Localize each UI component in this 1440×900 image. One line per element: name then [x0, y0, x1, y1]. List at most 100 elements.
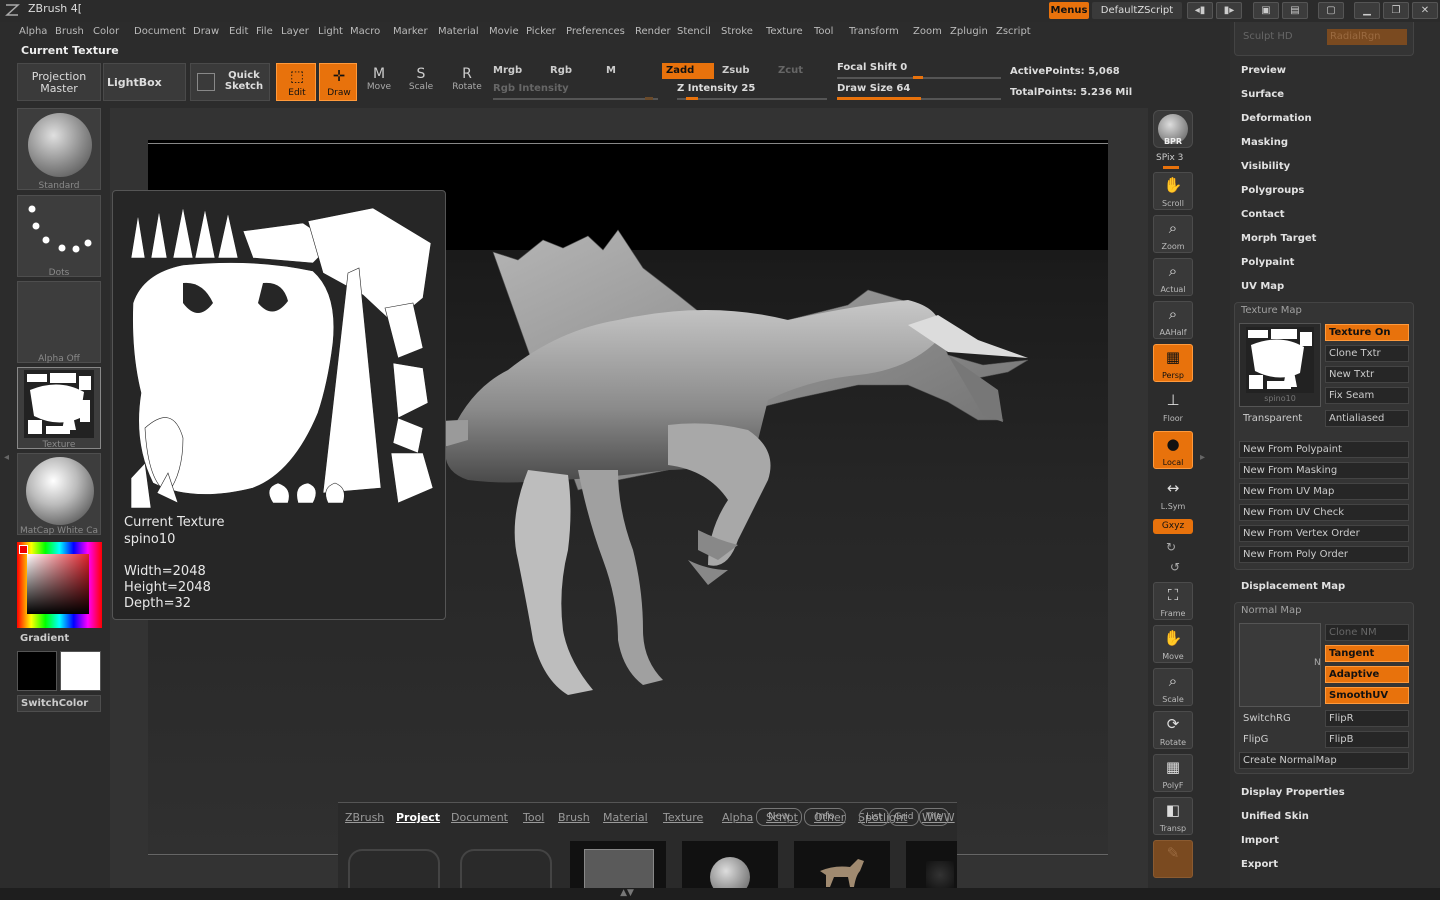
rotate-y-icon[interactable]: ↻	[1166, 540, 1176, 554]
local-button[interactable]: ● Local	[1153, 431, 1193, 469]
new-from-masking-button[interactable]: New From Masking	[1239, 462, 1409, 479]
actual-button[interactable]: ⌕ Actual	[1153, 258, 1193, 296]
layout-alt-icon[interactable]: ▤	[1282, 2, 1308, 19]
switch-color-button[interactable]: SwitchColor	[17, 695, 101, 712]
alpha-selector[interactable]: Alpha Off	[17, 281, 101, 364]
close-icon[interactable]: ✕	[1412, 2, 1438, 19]
project-thumbnail-creature[interactable]	[906, 841, 957, 889]
tab-alpha[interactable]: Alpha	[722, 811, 753, 824]
zsub-button[interactable]: Zsub	[722, 65, 749, 76]
gradient-toggle[interactable]: Gradient	[20, 633, 69, 644]
m-button[interactable]: M	[606, 65, 616, 76]
persp-button[interactable]: ▦ Persp	[1153, 344, 1193, 382]
uv-map-heading[interactable]: UV Map	[1241, 281, 1284, 292]
menu-picker[interactable]: Picker	[526, 26, 556, 37]
menu-light[interactable]: Light	[318, 26, 343, 37]
material-selector[interactable]: MatCap White Ca	[17, 453, 101, 536]
import-heading[interactable]: Import	[1241, 835, 1279, 846]
frame-button[interactable]: ⛶ Frame	[1153, 582, 1193, 620]
menu-edit[interactable]: Edit	[229, 26, 248, 37]
menu-tool[interactable]: Tool	[814, 26, 833, 37]
tab-brush[interactable]: Brush	[558, 811, 590, 824]
menu-texture[interactable]: Texture	[766, 26, 803, 37]
menu-alpha[interactable]: Alpha	[19, 26, 47, 37]
polyf-button[interactable]: ▦ PolyF	[1153, 754, 1193, 792]
draw-button[interactable]: ✛ Draw	[319, 63, 357, 101]
menu-stencil[interactable]: Stencil	[677, 26, 711, 37]
color-square[interactable]	[27, 554, 89, 614]
new-button[interactable]: New	[756, 808, 802, 826]
tangent-toggle[interactable]: Tangent	[1325, 645, 1409, 662]
folder-icon[interactable]	[460, 849, 552, 889]
smoothuv-toggle[interactable]: SmoothUV	[1325, 687, 1409, 704]
move-view-button[interactable]: ✋ Move	[1153, 625, 1193, 663]
flipg-toggle[interactable]: FlipG	[1239, 731, 1323, 748]
tab-zbrush[interactable]: ZBrush	[345, 811, 384, 824]
quick-sketch-button[interactable]: Quick Sketch	[190, 63, 270, 101]
zoom-button[interactable]: ⌕ Zoom	[1153, 215, 1193, 253]
color-picker[interactable]	[17, 542, 102, 628]
new-from-poly-order-button[interactable]: New From Poly Order	[1239, 546, 1409, 563]
minimize-icon[interactable]: ▁	[1354, 2, 1380, 19]
tab-tool[interactable]: Tool	[523, 811, 544, 824]
spix-value[interactable]: SPix 3	[1156, 153, 1183, 163]
scale-button[interactable]: S Scale	[405, 66, 437, 92]
scale-view-button[interactable]: ⌕ Scale	[1153, 668, 1193, 706]
project-thumbnail-dog[interactable]	[794, 841, 890, 889]
new-txtr-button[interactable]: New Txtr	[1325, 366, 1409, 383]
masking-heading[interactable]: Masking	[1241, 137, 1288, 148]
menu-preferences[interactable]: Preferences	[566, 26, 625, 37]
visibility-heading[interactable]: Visibility	[1241, 161, 1290, 172]
rgb-button[interactable]: Rgb	[550, 65, 572, 76]
switchrg-toggle[interactable]: SwitchRG	[1239, 710, 1323, 727]
rotate-view-button[interactable]: ⟳ Rotate	[1153, 711, 1193, 749]
rotate-button[interactable]: R Rotate	[450, 66, 484, 92]
menu-brush[interactable]: Brush	[55, 26, 84, 37]
menu-movie[interactable]: Movie	[489, 26, 519, 37]
preview-heading[interactable]: Preview	[1241, 65, 1286, 76]
focal-shift-slider[interactable]: Focal Shift 0	[837, 62, 1001, 79]
unified-skin-heading[interactable]: Unified Skin	[1241, 811, 1309, 822]
secondary-color-swatch[interactable]	[60, 651, 101, 691]
list-view-button[interactable]: List	[859, 808, 889, 826]
project-thumbnail-sphere[interactable]	[682, 841, 778, 897]
new-from-polypaint-button[interactable]: New From Polypaint	[1239, 441, 1409, 458]
folder-icon[interactable]	[348, 849, 440, 889]
rotate-z-icon[interactable]: ↺	[1170, 560, 1180, 574]
scroll-right-icon[interactable]: ▮▸	[1216, 2, 1242, 19]
radial-rgn-button[interactable]: RadialRgn	[1327, 29, 1407, 45]
menu-transform[interactable]: Transform	[849, 26, 899, 37]
tile-view-button[interactable]: Tile	[919, 808, 949, 826]
z-intensity-slider[interactable]: Z Intensity 25	[677, 83, 827, 100]
menu-stroke[interactable]: Stroke	[721, 26, 753, 37]
info-button[interactable]: Info	[804, 808, 846, 826]
new-from-uv-check-button[interactable]: New From UV Check	[1239, 504, 1409, 521]
xyz-button[interactable]: Gxyz	[1153, 519, 1193, 534]
menu-macro[interactable]: Macro	[350, 26, 380, 37]
left-tray-toggle-icon[interactable]: ◂	[4, 452, 9, 463]
default-zscript-button[interactable]: DefaultZScript	[1092, 2, 1182, 19]
project-thumbnail-plane[interactable]	[570, 841, 666, 891]
lock-icon[interactable]: ▢	[1318, 2, 1344, 19]
menu-draw[interactable]: Draw	[193, 26, 219, 37]
right-tray-toggle-icon[interactable]: ▸	[1200, 452, 1205, 463]
menu-material[interactable]: Material	[438, 26, 479, 37]
aahalf-button[interactable]: ⌕ AAHalf	[1153, 301, 1193, 339]
surface-heading[interactable]: Surface	[1241, 89, 1284, 100]
scroll-left-icon[interactable]: ◂▮	[1187, 2, 1213, 19]
lightbox-button[interactable]: LightBox	[103, 63, 186, 101]
menu-color[interactable]: Color	[93, 26, 119, 37]
polygroups-heading[interactable]: Polygroups	[1241, 185, 1304, 196]
fix-seam-button[interactable]: Fix Seam	[1325, 387, 1409, 404]
menus-toggle-button[interactable]: Menus	[1049, 2, 1089, 19]
polypaint-heading[interactable]: Polypaint	[1241, 257, 1294, 268]
browser-collapse-icon[interactable]: ▲▼	[617, 888, 637, 898]
brush-selector[interactable]: Standard	[17, 108, 101, 191]
menu-zoom[interactable]: Zoom	[913, 26, 942, 37]
floor-button[interactable]: ⊥ Floor	[1153, 387, 1193, 425]
ghost-button[interactable]: ✎	[1153, 840, 1193, 878]
display-properties-heading[interactable]: Display Properties	[1241, 787, 1345, 798]
rgb-intensity-slider[interactable]: Rgb Intensity	[493, 83, 658, 100]
transp-button[interactable]: ◧ Transp	[1153, 797, 1193, 835]
new-from-uv-map-button[interactable]: New From UV Map	[1239, 483, 1409, 500]
